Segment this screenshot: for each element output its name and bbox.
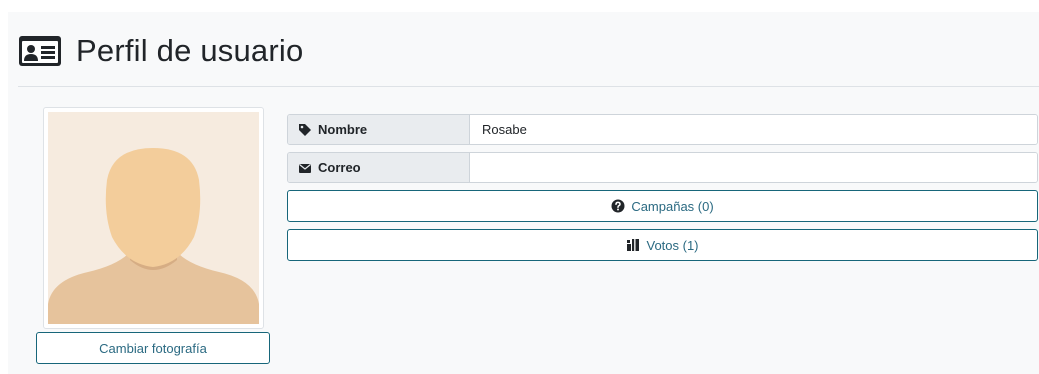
- correo-label: Correo: [288, 153, 470, 182]
- default-avatar-silhouette-icon: [48, 112, 259, 324]
- nombre-label-text: Nombre: [318, 122, 368, 137]
- correo-input[interactable]: [470, 153, 1037, 182]
- page-title: Perfil de usuario: [76, 33, 304, 68]
- id-card-icon: [19, 36, 61, 66]
- header-divider: [18, 86, 1039, 87]
- votos-label: Votos (1): [646, 237, 699, 253]
- envelope-icon: [299, 163, 311, 173]
- nombre-label: Nombre: [288, 115, 470, 144]
- nombre-input[interactable]: [470, 115, 1037, 144]
- correo-label-text: Correo: [318, 160, 361, 175]
- avatar: [43, 107, 264, 329]
- campanas-button[interactable]: Campañas (0): [287, 190, 1038, 222]
- ballot-box-icon: [627, 239, 640, 251]
- nombre-field-group: Nombre: [287, 114, 1038, 145]
- page-header: Perfil de usuario: [18, 26, 303, 76]
- question-circle-icon: [611, 199, 625, 213]
- tag-icon: [299, 123, 311, 136]
- correo-field-group: Correo: [287, 152, 1038, 183]
- campanas-label: Campañas (0): [631, 198, 714, 214]
- votos-button[interactable]: Votos (1): [287, 229, 1038, 261]
- change-photo-button[interactable]: Cambiar fotografía: [36, 332, 270, 364]
